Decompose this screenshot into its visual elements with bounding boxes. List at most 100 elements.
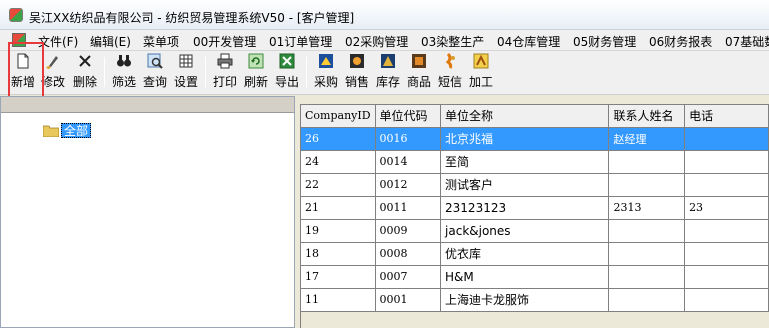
new-button[interactable]: 新增 <box>10 53 36 91</box>
sales-button[interactable]: 销售 <box>344 53 370 91</box>
cell-contact[interactable] <box>608 219 686 243</box>
cell-phone[interactable] <box>684 173 769 197</box>
menu-menuitems[interactable]: 菜单项 <box>143 33 179 50</box>
table-row[interactable]: 26 0016 北京兆福 赵经理 <box>301 127 769 151</box>
export-label: 导出 <box>274 75 299 89</box>
stock-button[interactable]: 库存 <box>375 53 401 91</box>
cell-companyid[interactable]: 26 <box>301 127 376 151</box>
product-label: 商品 <box>406 75 431 89</box>
cell-fullname[interactable]: 上海迪卡龙服饰 <box>440 288 610 312</box>
menu-finance[interactable]: 05财务管理 <box>573 33 636 50</box>
cell-code[interactable]: 0009 <box>375 219 442 243</box>
cell-code[interactable]: 0008 <box>375 242 442 266</box>
menu-dyeing[interactable]: 03染整生产 <box>421 33 484 50</box>
sms-button[interactable]: 短信 <box>437 53 463 91</box>
cell-contact[interactable] <box>608 150 686 174</box>
cell-fullname[interactable]: H&M <box>440 265 610 289</box>
column-header-contact[interactable]: 联系人姓名 <box>608 105 686 128</box>
cell-fullname[interactable]: 北京兆福 <box>440 127 610 151</box>
cell-contact[interactable]: 2313 <box>608 196 686 220</box>
stock-label: 库存 <box>375 75 400 89</box>
search-icon <box>147 53 163 69</box>
refresh-button[interactable]: 刷新 <box>243 53 269 91</box>
cell-fullname[interactable]: 测试客户 <box>440 173 610 197</box>
table-row[interactable]: 24 0014 至简 <box>301 150 769 174</box>
cell-phone[interactable] <box>684 265 769 289</box>
cell-fullname[interactable]: jack&jones <box>440 219 610 243</box>
column-header-code[interactable]: 单位代码 <box>375 105 442 128</box>
sales-icon <box>350 54 364 68</box>
table-row[interactable]: 22 0012 测试客户 <box>301 173 769 197</box>
cell-code[interactable]: 0007 <box>375 265 442 289</box>
export-button[interactable]: 导出 <box>274 53 300 91</box>
product-button[interactable]: 商品 <box>406 53 432 91</box>
table-row[interactable]: 19 0009 jack&jones <box>301 219 769 243</box>
print-button[interactable]: 打印 <box>212 53 238 91</box>
process-icon <box>473 53 489 69</box>
cell-phone[interactable] <box>684 127 769 151</box>
cell-phone[interactable] <box>684 288 769 312</box>
cell-companyid[interactable]: 18 <box>301 242 376 266</box>
sms-icon <box>445 53 455 69</box>
menu-orders[interactable]: 01订单管理 <box>269 33 332 50</box>
cell-contact[interactable] <box>608 265 686 289</box>
cell-companyid[interactable]: 24 <box>301 150 376 174</box>
menu-warehouse[interactable]: 04仓库管理 <box>497 33 560 50</box>
cell-companyid[interactable]: 17 <box>301 265 376 289</box>
new-document-icon <box>17 53 29 69</box>
table-row[interactable]: 11 0001 上海迪卡龙服饰 <box>301 288 769 312</box>
toolbar-separator <box>306 57 307 87</box>
cell-code[interactable]: 0012 <box>375 173 442 197</box>
cell-phone[interactable] <box>684 242 769 266</box>
cell-companyid[interactable]: 22 <box>301 173 376 197</box>
refresh-label: 刷新 <box>243 75 268 89</box>
table-header-row: CompanyID 单位代码 单位全称 联系人姓名 电话 <box>301 105 769 128</box>
cell-phone[interactable] <box>684 150 769 174</box>
column-header-fullname[interactable]: 单位全称 <box>440 105 610 128</box>
menu-basic-data[interactable]: 07基础数 <box>725 33 769 50</box>
delete-button[interactable]: 删除 <box>72 53 98 91</box>
column-header-companyid[interactable]: CompanyID <box>301 105 376 128</box>
cell-companyid[interactable]: 21 <box>301 196 376 220</box>
new-label: 新增 <box>10 75 35 89</box>
menu-file[interactable]: 文件(F) <box>38 33 78 50</box>
cell-companyid[interactable]: 11 <box>301 288 376 312</box>
edit-button[interactable]: 修改 <box>40 53 66 91</box>
stock-icon <box>381 54 395 68</box>
cell-fullname[interactable]: 23123123 <box>440 196 610 220</box>
menu-purchasing[interactable]: 02采购管理 <box>345 33 408 50</box>
query-label: 查询 <box>142 75 167 89</box>
cell-code[interactable]: 0011 <box>375 196 442 220</box>
settings-button[interactable]: 设置 <box>173 53 199 91</box>
filter-button[interactable]: 筛选 <box>111 53 137 91</box>
cell-fullname[interactable]: 至简 <box>440 150 610 174</box>
cell-code[interactable]: 0014 <box>375 150 442 174</box>
cell-phone[interactable]: 23 <box>684 196 769 220</box>
cell-fullname[interactable]: 优衣库 <box>440 242 610 266</box>
menu-edit[interactable]: 编辑(E) <box>90 33 131 50</box>
cell-companyid[interactable]: 19 <box>301 219 376 243</box>
purchase-button[interactable]: 采购 <box>313 53 339 91</box>
cell-code[interactable]: 0016 <box>375 127 442 151</box>
process-button[interactable]: 加工 <box>468 53 494 91</box>
excel-export-icon <box>279 53 295 69</box>
cell-code[interactable]: 0001 <box>375 288 442 312</box>
menu-development[interactable]: 00开发管理 <box>193 33 256 50</box>
menu-finance-reports[interactable]: 06财务报表 <box>649 33 712 50</box>
cell-contact[interactable]: 赵经理 <box>608 127 686 151</box>
cell-contact[interactable] <box>608 173 686 197</box>
cell-contact[interactable] <box>608 288 686 312</box>
table-row[interactable]: 21 0011 23123123 2313 23 <box>301 196 769 220</box>
customer-table: CompanyID 单位代码 单位全称 联系人姓名 电话 26 0016 北京兆福赵… <box>301 105 769 312</box>
cell-contact[interactable] <box>608 242 686 266</box>
query-button[interactable]: 查询 <box>142 53 168 91</box>
process-label: 加工 <box>468 75 493 89</box>
table-row[interactable]: 17 0007 H&M <box>301 265 769 289</box>
system-menu-icon[interactable] <box>12 33 26 47</box>
cell-phone[interactable] <box>684 219 769 243</box>
tree-label-all[interactable]: 全部 <box>61 123 92 138</box>
table-row[interactable]: 18 0008 优衣库 <box>301 242 769 266</box>
app-icon <box>9 8 23 22</box>
purchase-label: 采购 <box>313 75 338 89</box>
column-header-phone[interactable]: 电话 <box>684 105 769 128</box>
